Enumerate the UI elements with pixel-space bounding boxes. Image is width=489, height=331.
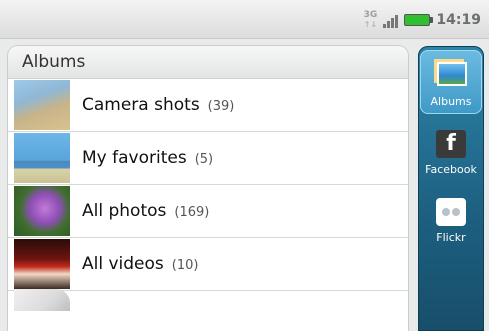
network-activity-icon: ↑↓ — [363, 20, 378, 29]
album-count: (169) — [174, 205, 210, 220]
clock: 14:19 — [436, 12, 481, 28]
album-thumbnail — [14, 133, 70, 183]
albums-panel: Albums Camera shots (39) My favorites (5) … — [8, 46, 408, 331]
albums-icon — [437, 62, 467, 86]
tab-label: Facebook — [425, 163, 477, 176]
album-count: (10) — [171, 258, 199, 273]
tab-facebook[interactable]: f Facebook — [420, 118, 482, 182]
network-indicator: 3G ↑↓ — [363, 10, 378, 30]
album-label: My favorites — [82, 148, 187, 168]
album-count: (5) — [194, 152, 214, 167]
status-icons: 3G ↑↓ 14:19 — [363, 8, 481, 32]
battery-icon — [404, 14, 434, 26]
album-label: Camera shots — [82, 95, 200, 115]
album-row-my-favorites[interactable]: My favorites (5) — [8, 132, 408, 185]
page-curl-icon — [14, 289, 70, 311]
album-row-camera-shots[interactable]: Camera shots (39) — [8, 79, 408, 132]
album-thumbnail — [14, 239, 70, 289]
album-row-all-photos[interactable]: All photos (169) — [8, 185, 408, 238]
album-label: All videos — [82, 254, 164, 274]
status-bar: 3G ↑↓ 14:19 — [0, 0, 489, 39]
tab-albums[interactable]: Albums — [420, 50, 482, 114]
flickr-icon — [436, 198, 466, 226]
album-thumbnail — [14, 186, 70, 236]
panel-title: Albums — [8, 46, 408, 79]
source-tab-bar: Albums f Facebook Flickr — [418, 46, 484, 331]
album-row-all-videos[interactable]: All videos (10) — [8, 238, 408, 291]
album-count: (39) — [207, 99, 235, 114]
partial-row — [8, 289, 408, 311]
tab-label: Albums — [430, 95, 472, 108]
tab-flickr[interactable]: Flickr — [420, 186, 482, 250]
signal-strength-icon — [383, 12, 399, 28]
album-label: All photos — [82, 201, 167, 221]
facebook-icon: f — [436, 130, 466, 158]
album-thumbnail — [14, 80, 70, 130]
tab-label: Flickr — [436, 231, 466, 244]
network-type: 3G — [363, 10, 378, 20]
